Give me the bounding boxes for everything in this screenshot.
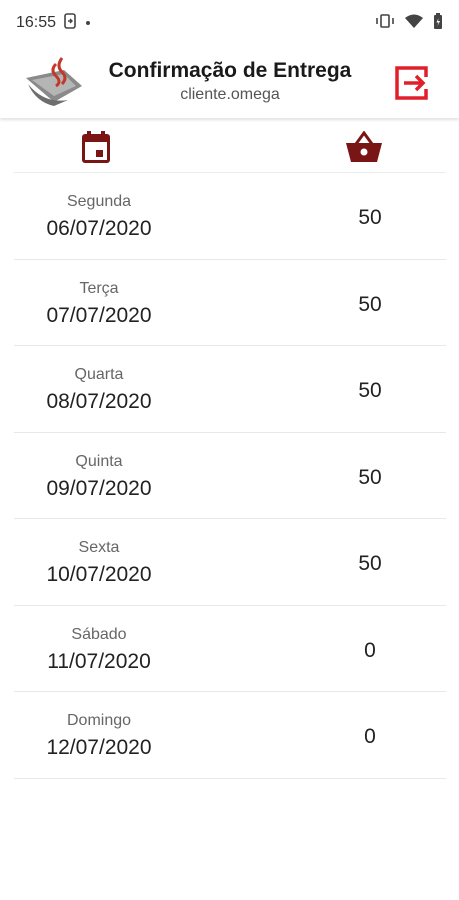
status-time: 16:55: [16, 14, 57, 31]
quantity-value: 0: [364, 638, 376, 662]
quantity-value: 50: [358, 206, 382, 229]
quantity-value: 50: [358, 292, 382, 316]
list-item[interactable]: Sexta 10/07/2020 50: [14, 519, 446, 606]
list-item[interactable]: Terça 07/07/2020 50: [14, 260, 446, 346]
app-logo: [24, 56, 86, 108]
date-label: 11/07/2020: [47, 649, 151, 673]
quantity-value: 50: [358, 379, 382, 402]
column-header: [14, 124, 446, 173]
wifi-icon: [405, 14, 423, 33]
date-label: 10/07/2020: [46, 563, 152, 586]
user-name: cliente.omega: [180, 86, 280, 103]
quantity-value: 50: [358, 552, 382, 575]
status-right: [375, 12, 443, 34]
list-item[interactable]: Quinta 09/07/2020 50: [14, 433, 446, 519]
logout-button[interactable]: [392, 64, 430, 102]
notification-icon: [64, 12, 78, 34]
logout-icon: [395, 66, 428, 100]
weekday-label: Sábado: [71, 625, 127, 643]
date-label: 06/07/2020: [46, 217, 152, 240]
battery-icon: [433, 12, 443, 34]
list-item[interactable]: Quarta 08/07/2020 50: [14, 346, 446, 433]
weekday-label: Quinta: [75, 452, 123, 470]
date-label: 07/07/2020: [46, 303, 152, 327]
list-item[interactable]: Domingo 12/07/2020 0: [14, 692, 446, 779]
date-label: 12/07/2020: [46, 736, 152, 759]
status-bar: 16:55: [0, 0, 459, 46]
status-left: 16:55: [16, 12, 91, 34]
basket-icon: [346, 130, 382, 163]
weekday-label: Domingo: [66, 712, 132, 729]
app-header: Confirmação de Entrega cliente.omega: [0, 46, 459, 118]
weekday-label: Quarta: [74, 366, 124, 383]
vibrate-icon: [375, 13, 395, 33]
delivery-list: Segunda 06/07/2020 50 Terça 07/07/2020 5…: [14, 173, 446, 779]
weekday-label: Segunda: [66, 193, 132, 210]
page-title: Confirmação de Entrega: [108, 59, 352, 82]
weekday-label: Terça: [79, 279, 119, 297]
list-item[interactable]: Sábado 11/07/2020 0: [14, 606, 446, 692]
list-item[interactable]: Segunda 06/07/2020 50: [14, 173, 446, 260]
date-label: 08/07/2020: [46, 390, 152, 413]
weekday-label: Sexta: [78, 539, 120, 556]
header-titles: Confirmação de Entrega cliente.omega: [100, 58, 360, 106]
date-label: 09/07/2020: [46, 476, 152, 500]
calendar-icon: [80, 130, 112, 164]
notification-dot-icon: [86, 21, 91, 25]
quantity-value: 50: [358, 465, 382, 489]
quantity-value: 0: [364, 725, 376, 748]
